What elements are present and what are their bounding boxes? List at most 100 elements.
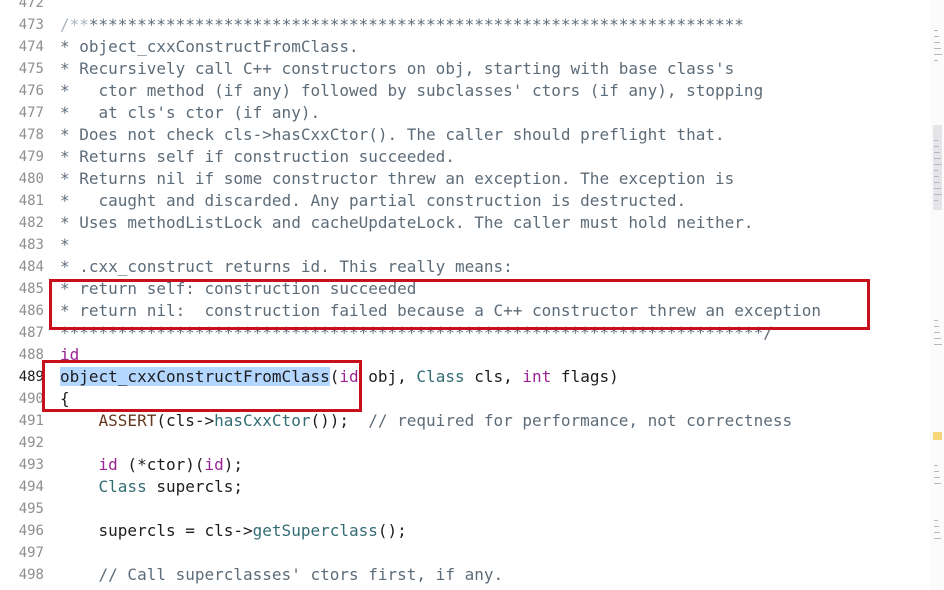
code-line[interactable]: 474 * object_cxxConstructFromClass. (0, 36, 930, 58)
line-number: 475 (18, 61, 44, 77)
line-number: 498 (18, 567, 44, 583)
code-text[interactable]: * .cxx_construct returns id. This really… (60, 256, 513, 278)
code-text[interactable]: * Does not check cls->hasCxxCtor(). The … (60, 124, 725, 146)
code-token: supercls; (146, 477, 244, 496)
minimap-line (934, 164, 942, 165)
code-token: * .cxx_construct returns id. This really… (60, 257, 513, 276)
code-text[interactable]: object_cxxConstructFromClass(id obj, Cla… (60, 366, 619, 388)
code-line[interactable]: 475 * Recursively call C++ constructors o… (0, 58, 930, 80)
code-text[interactable]: id (*ctor)(id); (60, 454, 244, 476)
minimap-line (934, 200, 938, 201)
code-token: ASSERT (98, 411, 157, 430)
line-number: 478 (18, 127, 44, 143)
minimap-line (934, 176, 939, 177)
code-line[interactable]: 472 (0, 0, 930, 14)
minimap-line (934, 60, 938, 61)
code-text[interactable]: * caught and discarded. Any partial cons… (60, 190, 686, 212)
code-line[interactable]: 480 * Returns nil if some constructor thr… (0, 168, 930, 190)
code-text[interactable]: ****************************************… (60, 322, 773, 344)
code-token: id (60, 345, 80, 364)
code-text[interactable]: /***************************************… (60, 14, 744, 36)
code-line[interactable]: 485 * return self: construction succeeded (0, 278, 930, 300)
code-editor[interactable]: 472 473/*********************************… (0, 0, 944, 590)
code-text[interactable]: * return self: construction succeeded (60, 278, 416, 300)
minimap-line (934, 158, 941, 159)
code-text[interactable]: { (60, 388, 70, 410)
code-text[interactable]: Class supercls; (60, 476, 244, 498)
code-line[interactable]: 486 * return nil: construction failed bec… (0, 300, 930, 322)
code-line[interactable]: 478 * Does not check cls->hasCxxCtor(). T… (0, 124, 930, 146)
line-number: 483 (18, 237, 44, 253)
code-line[interactable]: 484 * .cxx_construct returns id. This rea… (0, 256, 930, 278)
minimap-line (934, 483, 941, 484)
minimap-visible-region (933, 125, 942, 210)
code-line[interactable]: 491 ASSERT(cls->hasCxxCtor()); // requir… (0, 410, 930, 432)
minimap-line (934, 170, 938, 171)
line-number: 488 (18, 347, 44, 363)
minimap-line (934, 520, 938, 521)
selected-function-name: object_cxxConstructFromClass (60, 367, 330, 386)
code-line[interactable]: 476 * ctor method (if any) followed by su… (0, 80, 930, 102)
code-text[interactable]: * Recursively call C++ constructors on o… (60, 58, 734, 80)
code-line[interactable]: 498 // Call superclasses' ctors first, i… (0, 564, 930, 586)
code-line[interactable]: 497 (0, 542, 930, 564)
code-token: * Uses methodListLock and cacheUpdateLoc… (60, 213, 754, 232)
code-line[interactable]: 490 { (0, 388, 930, 410)
code-token: * return self: construction succeeded (60, 279, 417, 298)
code-line[interactable]: 487 *************************************… (0, 322, 930, 344)
minimap-line (934, 332, 940, 333)
code-text[interactable]: * at cls's ctor (if any). (60, 102, 320, 124)
code-line[interactable]: 473 /************************************… (0, 14, 930, 36)
code-line[interactable]: 481 * caught and discarded. Any partial c… (0, 190, 930, 212)
code-text[interactable]: * ctor method (if any) followed by subcl… (60, 80, 763, 102)
code-line[interactable]: 483 * (0, 234, 930, 256)
code-token: ()); (310, 411, 369, 430)
code-line[interactable]: 488 id (0, 344, 930, 366)
code-line[interactable]: 496 supercls = cls->getSuperclass(); (0, 520, 930, 542)
code-line[interactable]: 493 id (*ctor)(id); (0, 454, 930, 476)
minimap-line (934, 188, 941, 189)
code-text[interactable]: // Call superclasses' ctors first, if an… (60, 564, 504, 586)
line-number: 476 (18, 83, 44, 99)
line-number: 496 (18, 523, 44, 539)
line-number: 486 (18, 303, 44, 319)
minimap-scrollbar[interactable] (930, 0, 944, 590)
code-line[interactable]: 479 * Returns self if construction succee… (0, 146, 930, 168)
code-token: * (60, 235, 70, 254)
minimap-line (934, 194, 942, 195)
line-number: 492 (18, 435, 44, 451)
code-text[interactable]: * Uses methodListLock and cacheUpdateLoc… (60, 212, 754, 234)
line-number: 472 (18, 0, 44, 11)
code-token: * Returns nil if some constructor threw … (60, 169, 735, 188)
code-token: (*ctor)( (117, 455, 205, 474)
line-number: 479 (18, 149, 44, 165)
code-text[interactable]: * Returns nil if some constructor threw … (60, 168, 734, 190)
code-text[interactable]: id (60, 344, 79, 366)
code-token: * Recursively call C++ constructors on o… (60, 59, 735, 78)
code-text[interactable]: ASSERT(cls->hasCxxCtor()); // required f… (60, 410, 793, 432)
line-number: 485 (18, 281, 44, 297)
code-token: ****************************************… (60, 323, 773, 342)
code-token: ); (223, 455, 244, 474)
line-number: 487 (18, 325, 44, 341)
code-line[interactable]: 489 object_cxxConstructFromClass(id obj, … (0, 366, 930, 388)
code-line[interactable]: 494 Class supercls; (0, 476, 930, 498)
code-token: { (60, 389, 70, 408)
code-line[interactable]: 492 (0, 432, 930, 454)
code-token: Class (416, 367, 465, 386)
code-text[interactable]: * (60, 234, 70, 256)
code-token: obj, (358, 367, 417, 386)
code-text[interactable]: * object_cxxConstructFromClass. (60, 36, 359, 58)
code-text[interactable]: * Returns self if construction succeeded… (60, 146, 455, 168)
code-line[interactable]: 477 * at cls's ctor (if any). (0, 102, 930, 124)
line-number: 481 (18, 193, 44, 209)
code-line[interactable]: 495 (0, 498, 930, 520)
code-text[interactable]: * return nil: construction failed becaus… (60, 300, 821, 322)
minimap-line (934, 182, 940, 183)
code-text[interactable]: supercls = cls->getSuperclass(); (60, 520, 407, 542)
code-token: // required for performance, not correct… (368, 411, 793, 430)
code-line[interactable]: 482 * Uses methodListLock and cacheUpdate… (0, 212, 930, 234)
